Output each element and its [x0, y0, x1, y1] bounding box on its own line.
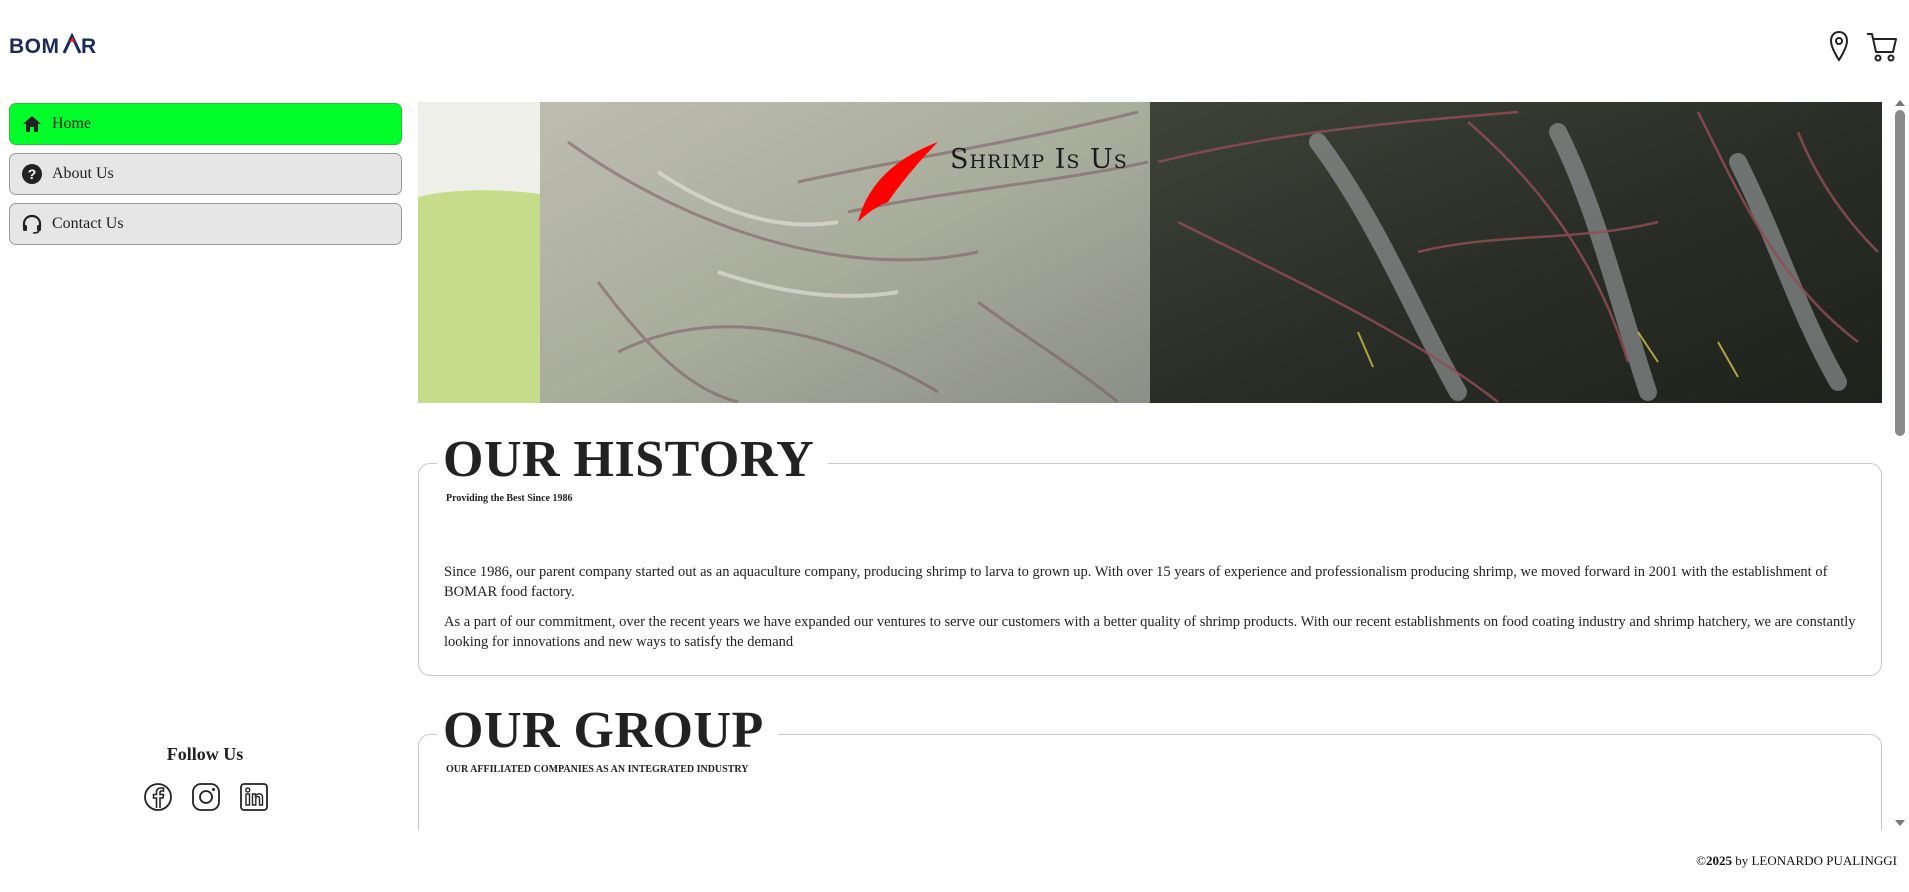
follow-section: Follow Us [0, 744, 410, 765]
headset-icon [21, 213, 43, 235]
map-pin-icon[interactable] [1828, 30, 1850, 62]
svg-text:R: R [81, 35, 96, 57]
hero-shrimp-image [418, 102, 1882, 403]
sidebar-item-label: Home [52, 115, 92, 132]
history-paragraph-1: Since 1986, our parent company started o… [444, 564, 1828, 600]
copyright-icon: © [1696, 853, 1706, 868]
bomar-logo[interactable]: BOM R [9, 33, 109, 57]
footer-credit: ©2025 by LEONARDO PUALINGGI [1696, 853, 1897, 869]
hero-title: Shrimp Is Us [950, 144, 1128, 175]
sidebar-item-label: Contact Us [52, 215, 124, 232]
sidebar-item-about-us[interactable]: ? About Us [9, 153, 402, 195]
shopping-cart-icon[interactable] [1865, 30, 1899, 64]
scroll-up-arrow[interactable] [1895, 100, 1905, 106]
svg-text:BOM: BOM [9, 35, 60, 57]
group-title: OUR GROUP [437, 705, 778, 757]
linkedin-icon[interactable] [239, 782, 269, 812]
history-paragraph-2: As a part of our commitment, over the re… [444, 614, 1856, 650]
facebook-icon[interactable] [143, 782, 173, 812]
history-subtitle: Providing the Best Since 1986 [446, 493, 573, 504]
home-icon [21, 113, 43, 135]
sidebar: Home ? About Us Contact Us Follow Us [0, 92, 418, 834]
history-title: OUR HISTORY [437, 434, 829, 486]
sidebar-item-contact-us[interactable]: Contact Us [9, 203, 402, 245]
hero-banner: Shrimp Is Us [418, 102, 1882, 403]
question-circle-icon: ? [21, 163, 43, 185]
svg-text:?: ? [28, 166, 37, 182]
group-section: OUR GROUP OUR AFFILIATED COMPANIES AS AN… [418, 705, 1882, 830]
main-content: Shrimp Is Us OUR HISTORY Providing the B… [418, 102, 1892, 830]
site-header: BOM R [0, 0, 1909, 92]
history-section: OUR HISTORY Providing the Best Since 198… [418, 434, 1882, 676]
footer-text: by LEONARDO PUALINGGI [1731, 853, 1897, 868]
group-subtitle: OUR AFFILIATED COMPANIES AS AN INTEGRATE… [446, 764, 749, 775]
scrollbar-thumb[interactable] [1895, 110, 1905, 436]
sidebar-item-label: About Us [52, 165, 114, 182]
instagram-icon[interactable] [191, 782, 221, 812]
scroll-down-arrow[interactable] [1895, 820, 1905, 826]
footer-year: 2025 [1705, 853, 1732, 868]
follow-title: Follow Us [166, 744, 244, 764]
sidebar-item-home[interactable]: Home [9, 103, 402, 145]
